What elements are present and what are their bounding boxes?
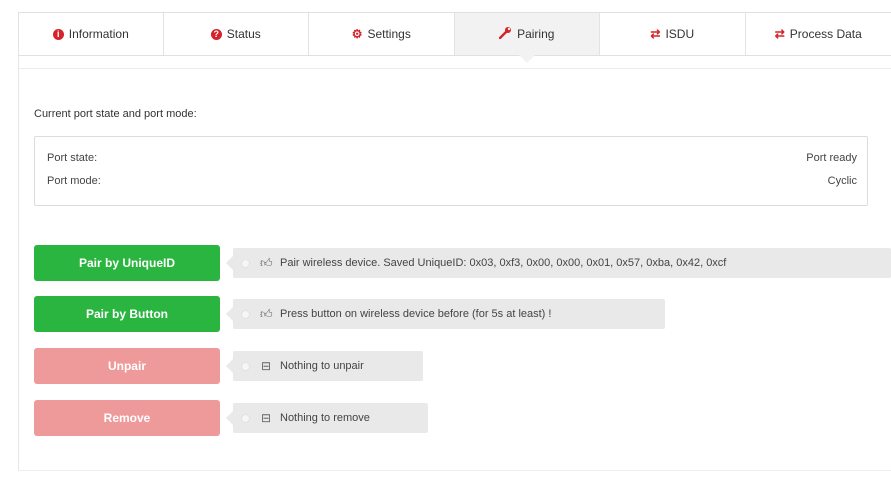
question-circle-icon: ? [210, 28, 222, 40]
exchange-icon: ⇄ [774, 27, 785, 41]
tab-label: ISDU [665, 27, 695, 41]
port-state-label: Port state: [47, 152, 98, 164]
hint-pointer [226, 256, 233, 270]
pair-by-uniqueid-button[interactable]: Pair by UniqueID [34, 245, 220, 281]
hint-text: Pair wireless device. Saved UniqueID: 0x… [280, 257, 727, 269]
tab-label: Pairing [517, 27, 555, 41]
remove-button[interactable]: Remove [34, 400, 220, 436]
port-state-panel: Port state: Port ready Port mode: Cyclic [34, 136, 868, 206]
tab-pairing[interactable]: Pairing [454, 13, 600, 63]
hint-text: Nothing to unpair [280, 360, 364, 372]
divider [18, 68, 891, 69]
hint-pair-by-button: 👍︎ Press button on wireless device befor… [226, 299, 665, 329]
tab-process-data[interactable]: ⇄ Process Data [746, 13, 891, 55]
thumbs-up-icon: 👍︎ [260, 255, 273, 270]
tab-information[interactable]: i Information [18, 13, 164, 55]
hint-text: Press button on wireless device before (… [280, 308, 552, 320]
section-title: Current port state and port mode: [34, 108, 197, 120]
tab-isdu[interactable]: ⇄ ISDU [600, 13, 746, 55]
unpair-button[interactable]: Unpair [34, 348, 220, 384]
status-dot [241, 309, 250, 319]
hint-text: Nothing to remove [280, 412, 370, 424]
port-state-value: Port ready [806, 152, 857, 164]
hint-pointer [226, 359, 233, 373]
hint-pointer [226, 307, 233, 321]
port-mode-label: Port mode: [47, 175, 101, 187]
hint-pair-by-uniqueid: 👍︎ Pair wireless device. Saved UniqueID:… [226, 248, 891, 278]
hint-unpair: ⊟ Nothing to unpair [226, 351, 423, 381]
status-dot [241, 361, 250, 371]
hint-remove: ⊟ Nothing to remove [226, 403, 428, 433]
tab-bar: i Information ? Status ⚙ Settings Pairin… [18, 12, 891, 63]
tab-label: Process Data [789, 27, 862, 41]
minus-square-icon: ⊟ [260, 411, 272, 425]
minus-square-icon: ⊟ [260, 359, 272, 373]
pair-by-button-button[interactable]: Pair by Button [34, 296, 220, 332]
wrench-icon [498, 26, 512, 42]
tab-label: Information [68, 27, 129, 41]
gear-icon: ⚙ [351, 27, 363, 41]
hint-pointer [226, 411, 233, 425]
status-dot [241, 413, 250, 423]
port-mode-row: Port mode: Cyclic [47, 175, 857, 187]
info-circle-icon: i [52, 28, 64, 40]
thumbs-up-icon: 👍︎ [260, 306, 273, 321]
port-state-row: Port state: Port ready [47, 152, 857, 164]
status-dot [241, 258, 250, 268]
exchange-icon: ⇄ [650, 27, 661, 41]
tab-settings[interactable]: ⚙ Settings [309, 13, 455, 55]
tab-status[interactable]: ? Status [164, 13, 309, 55]
port-mode-value: Cyclic [827, 175, 857, 187]
tab-label: Settings [367, 27, 411, 41]
tab-label: Status [226, 27, 261, 41]
